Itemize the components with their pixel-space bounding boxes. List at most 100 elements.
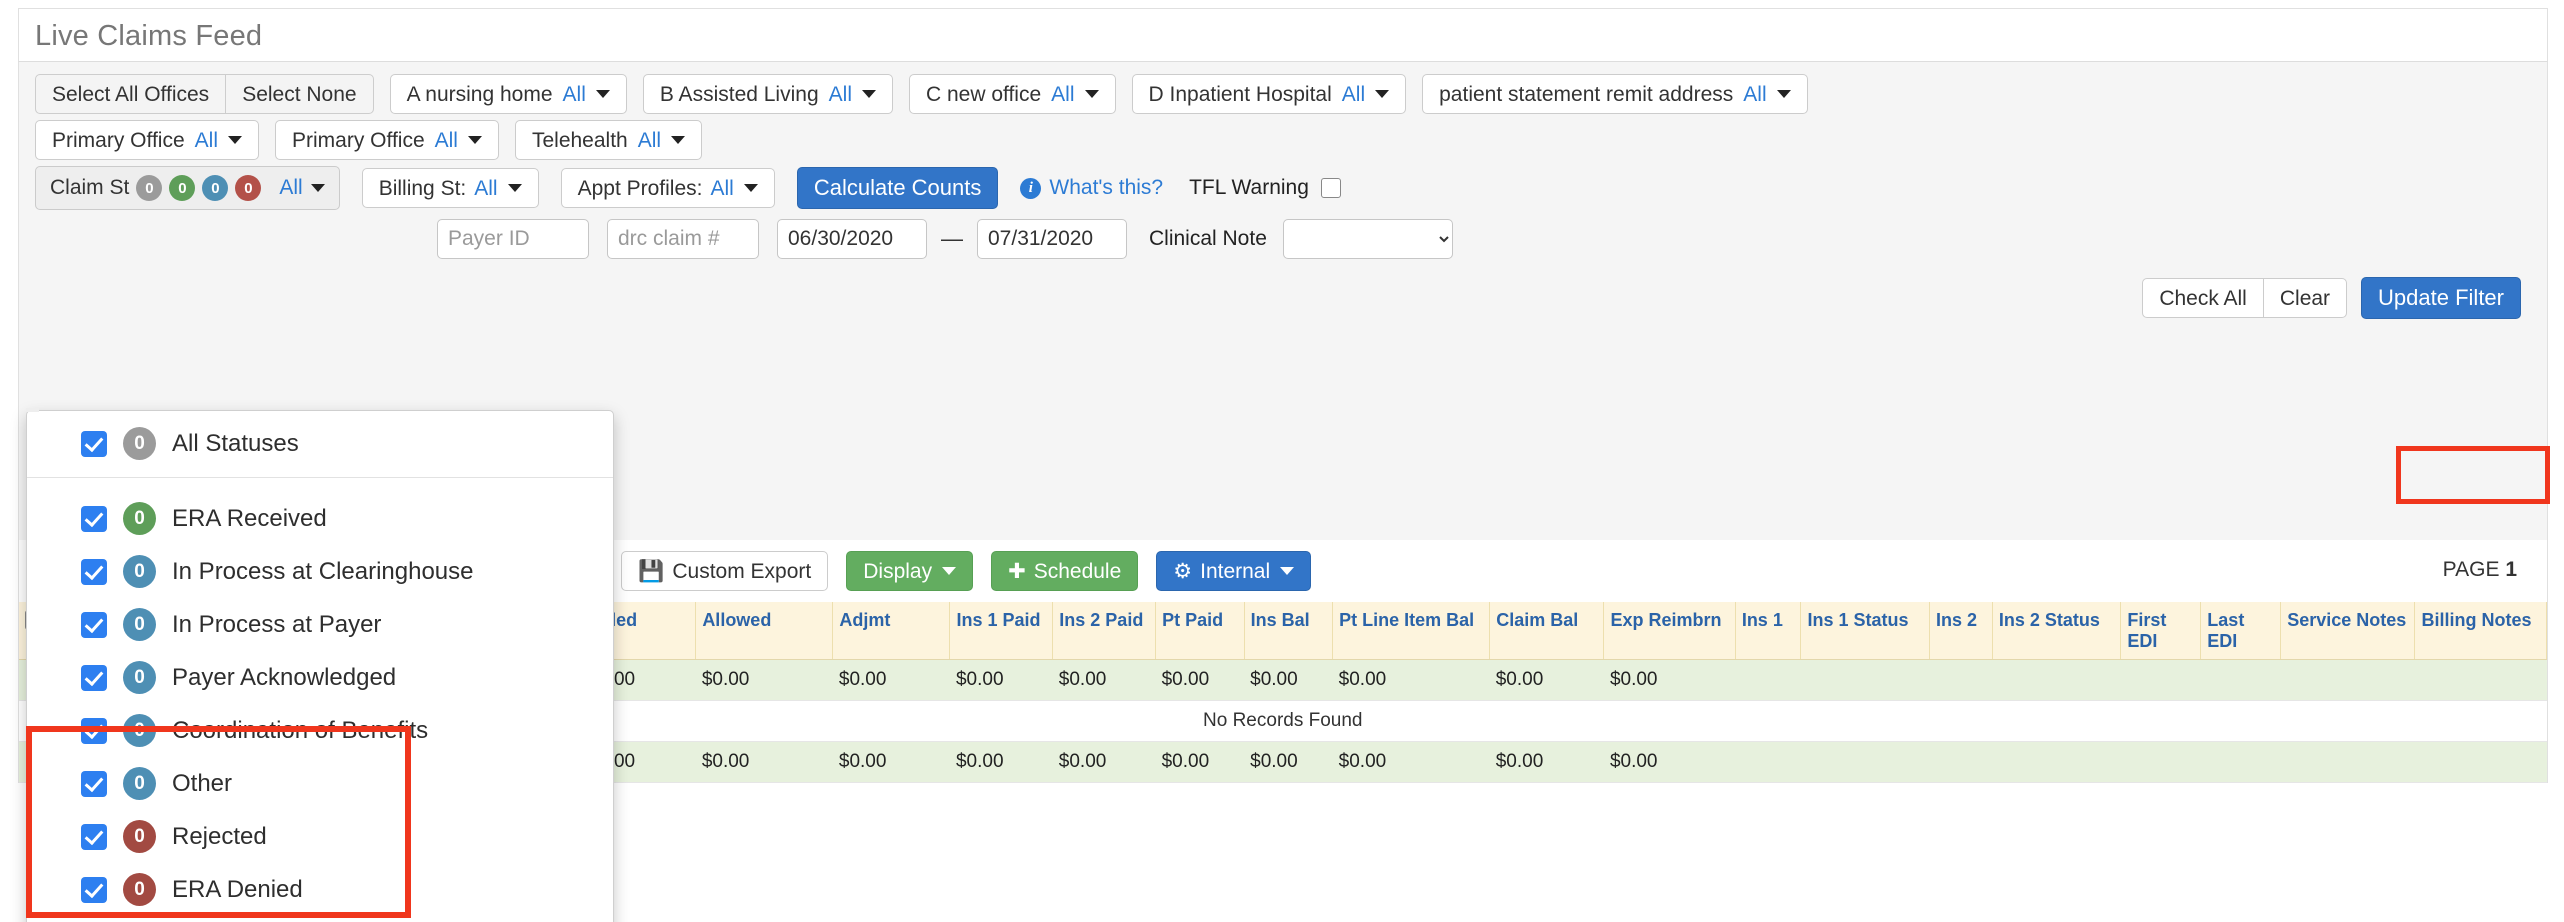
date-from-input[interactable] <box>777 219 927 259</box>
custom-export-button[interactable]: 💾 Custom Export <box>621 551 829 591</box>
checkbox-checked-icon[interactable] <box>81 430 107 457</box>
status-option-other[interactable]: 0 Other <box>27 757 613 810</box>
chevron-down-icon <box>942 567 957 575</box>
col-ins2-status[interactable]: Ins 2 Status <box>1992 602 2122 661</box>
col-adjmt[interactable]: Adjmt <box>832 602 951 661</box>
status-option-era-received[interactable]: 0 ERA Received <box>27 492 613 545</box>
internal-dropdown-button[interactable]: ⚙ Internal <box>1156 551 1312 591</box>
col-ins1-status[interactable]: Ins 1 Status <box>1800 602 1930 661</box>
office-label: C new office <box>925 82 1042 106</box>
primary-office-filter-2[interactable]: Primary Office All <box>274 120 499 160</box>
live-claims-feed-page: Live Claims Feed Select All Offices Sele… <box>0 0 2564 922</box>
totals-pt-paid: $0.00 <box>1155 741 1245 784</box>
appt-profiles-filter[interactable]: Appt Profiles: All <box>560 168 775 208</box>
col-ins1-paid[interactable]: Ins 1 Paid <box>949 602 1054 661</box>
status-option-era-denied[interactable]: 0 ERA Denied <box>27 863 613 916</box>
col-first-edi[interactable]: First EDI <box>2120 602 2202 661</box>
col-last-edi[interactable]: Last EDI <box>2200 602 2282 661</box>
page-title: Live Claims Feed <box>35 20 263 52</box>
info-icon: i <box>1020 177 1042 199</box>
clear-button[interactable]: Clear <box>2262 278 2348 318</box>
checkbox-checked-icon[interactable] <box>81 876 107 903</box>
checkbox-checked-icon[interactable] <box>81 823 107 850</box>
checkbox-checked-icon[interactable] <box>81 770 107 797</box>
office-filter-patient-statement-remit-address[interactable]: patient statement remit address All <box>1422 74 1808 114</box>
chevron-down-icon <box>743 184 758 192</box>
chevron-down-icon <box>310 184 325 192</box>
status-option-payer-acknowledged[interactable]: 0 Payer Acknowledged <box>27 651 613 704</box>
display-dropdown-button[interactable]: Display <box>846 551 974 591</box>
totals-claim-bal: $0.00 <box>1489 741 1604 784</box>
col-ins1[interactable]: Ins 1 <box>1735 602 1802 661</box>
col-ins2[interactable]: Ins 2 <box>1929 602 1993 661</box>
billing-status-value: All <box>474 176 498 200</box>
status-option-all-statuses[interactable]: 0 All Statuses <box>27 417 613 470</box>
page-label-text: PAGE <box>2442 558 2500 581</box>
checkbox-checked-icon[interactable] <box>81 558 107 585</box>
clinical-note-select[interactable] <box>1282 219 1453 259</box>
col-allowed[interactable]: Allowed <box>695 602 834 661</box>
primary-office-filter-1[interactable]: Primary Office All <box>35 120 259 160</box>
office-filter-d-inpatient-hospital[interactable]: D Inpatient Hospital All <box>1131 74 1407 114</box>
col-pt-line-item-bal[interactable]: Pt Line Item Bal <box>1332 602 1491 661</box>
office-filter-row: Select All Offices Select None A nursing… <box>35 74 1808 114</box>
office-value: All <box>562 82 586 106</box>
office-filter-c-new-office[interactable]: C new office All <box>908 74 1116 114</box>
checkbox-checked-icon[interactable] <box>81 611 107 638</box>
select-none-button[interactable]: Select None <box>225 74 374 114</box>
totals-pt-line-item-bal: $0.00 <box>1332 659 1490 702</box>
telehealth-filter[interactable]: Telehealth All <box>514 120 703 160</box>
schedule-button[interactable]: ✚ Schedule <box>991 551 1139 591</box>
internal-label: Internal <box>1200 559 1271 583</box>
checkbox-checked-icon[interactable] <box>81 664 107 691</box>
schedule-label: Schedule <box>1033 559 1122 583</box>
chevron-down-icon <box>1776 90 1791 98</box>
clinical-note-label: Clinical Note <box>1149 227 1267 250</box>
col-billing-notes[interactable]: Billing Notes <box>2414 602 2547 661</box>
status-count-badge: 0 <box>123 502 156 535</box>
billing-status-label: Billing St: <box>378 176 467 200</box>
display-label: Display <box>863 559 933 583</box>
select-all-offices-button[interactable]: Select All Offices <box>35 74 227 114</box>
status-option-label: ERA Received <box>172 504 327 532</box>
page-number: 1 <box>2505 558 2517 581</box>
filter-label: Telehealth <box>531 128 628 152</box>
office-filter-b-assisted-living[interactable]: B Assisted Living All <box>642 74 893 114</box>
checkbox-checked-icon[interactable] <box>81 505 107 532</box>
whats-this-link[interactable]: i What's this? <box>1020 176 1163 200</box>
calculate-counts-button[interactable]: Calculate Counts <box>796 167 999 209</box>
search-inputs-row: — Clinical Note <box>437 219 1453 259</box>
totals-ins2-paid: $0.00 <box>1052 741 1156 784</box>
status-option-label: ERA Denied <box>172 875 303 903</box>
status-option-coordination-of-benefits[interactable]: 0 Coordination of Benefits <box>27 704 613 757</box>
totals-allowed: $0.00 <box>695 659 833 702</box>
totals-exp-reimbrn: $0.00 <box>1603 741 1736 784</box>
date-to-input[interactable] <box>977 219 1127 259</box>
col-service-notes[interactable]: Service Notes <box>2280 602 2416 661</box>
chevron-down-icon <box>671 136 686 144</box>
status-count-badge: 0 <box>123 608 156 641</box>
payer-id-input[interactable] <box>437 219 589 259</box>
chevron-down-icon <box>861 90 876 98</box>
claim-status-dropdown-toggle[interactable]: Claim St 0 0 0 0 All <box>35 166 340 210</box>
col-ins2-paid[interactable]: Ins 2 Paid <box>1052 602 1157 661</box>
office-filter-a-nursing-home[interactable]: A nursing home All <box>389 74 627 114</box>
status-option-in-process-at-clearinghouse[interactable]: 0 In Process at Clearinghouse <box>27 545 613 598</box>
col-pt-paid[interactable]: Pt Paid <box>1155 602 1245 661</box>
page-title-panel: Live Claims Feed <box>18 8 2548 62</box>
status-option-in-process-at-payer[interactable]: 0 In Process at Payer <box>27 598 613 651</box>
col-ins-bal[interactable]: Ins Bal <box>1244 602 1334 661</box>
status-option-rejected[interactable]: 0 Rejected <box>27 810 613 863</box>
claim-number-input[interactable] <box>607 219 759 259</box>
update-filter-button[interactable]: Update Filter <box>2361 277 2521 319</box>
status-option-not-submitted[interactable]: 0 Not Submitted <box>27 916 613 922</box>
col-exp-reimbrn[interactable]: Exp Reimbrn <box>1603 602 1736 661</box>
tfl-warning-checkbox[interactable] <box>1320 178 1341 198</box>
check-all-button[interactable]: Check All <box>2142 278 2264 318</box>
chevron-down-icon <box>227 136 242 144</box>
checkbox-checked-icon[interactable] <box>81 717 107 744</box>
billing-status-filter[interactable]: Billing St: All <box>361 168 539 208</box>
claim-status-count-green: 0 <box>169 175 196 201</box>
col-claim-bal[interactable]: Claim Bal <box>1489 602 1605 661</box>
filter-label: Primary Office <box>52 128 185 152</box>
